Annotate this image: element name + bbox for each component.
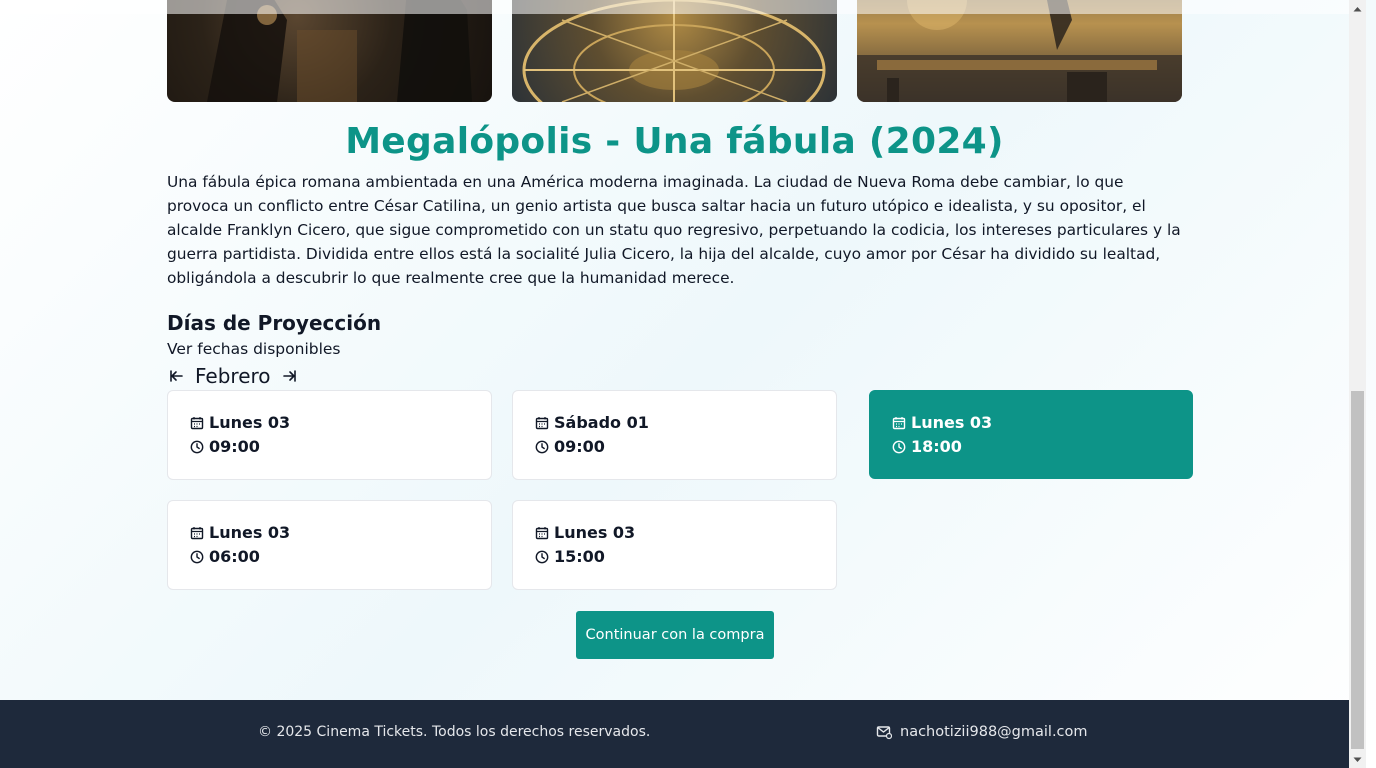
- showtime-day: Lunes 03: [911, 413, 993, 432]
- clock-icon: [190, 440, 204, 454]
- showtime-card[interactable]: Lunes 03 09:00: [167, 390, 492, 480]
- movie-gallery: [167, 0, 1182, 102]
- gallery-image[interactable]: [512, 0, 837, 102]
- top-navbar: [0, 0, 1349, 14]
- month-label: Febrero: [195, 364, 271, 388]
- calendar-icon: [190, 416, 204, 430]
- showtime-card[interactable]: Sábado 01 09:00: [512, 390, 837, 480]
- showtime-time: 09:00: [554, 437, 605, 456]
- arrow-left-icon[interactable]: [167, 366, 187, 386]
- gallery-image[interactable]: [857, 0, 1182, 102]
- page-scrollbar[interactable]: [1349, 0, 1366, 768]
- showtime-day: Lunes 03: [554, 523, 636, 542]
- schedule-subheading: Ver fechas disponibles: [167, 340, 341, 358]
- month-navigation: Febrero: [167, 363, 299, 389]
- showtime-time: 06:00: [209, 547, 260, 566]
- footer-email-link[interactable]: nachotizii988@gmail.com: [876, 724, 1088, 740]
- clock-icon: [535, 550, 549, 564]
- showtime-day: Lunes 03: [209, 523, 291, 542]
- showtime-card[interactable]: Lunes 03 15:00: [512, 500, 837, 590]
- showtime-time: 15:00: [554, 547, 605, 566]
- movie-synopsis: Una fábula épica romana ambientada en un…: [167, 173, 1181, 287]
- showtime-card-selected[interactable]: Lunes 03 18:00: [869, 390, 1193, 479]
- mail-icon: [876, 724, 892, 740]
- footer-email: nachotizii988@gmail.com: [900, 724, 1088, 740]
- calendar-icon: [535, 416, 549, 430]
- clock-icon: [190, 550, 204, 564]
- scroll-up-arrow-icon[interactable]: [1349, 0, 1366, 17]
- clock-icon: [535, 440, 549, 454]
- movie-title: Megalópolis - Una fábula (2024): [345, 121, 1004, 162]
- showtime-time: 09:00: [209, 437, 260, 456]
- continue-purchase-button[interactable]: Continuar con la compra: [576, 611, 774, 659]
- clock-icon: [892, 440, 906, 454]
- showtime-card[interactable]: Lunes 03 06:00: [167, 500, 492, 590]
- arrow-right-icon[interactable]: [279, 366, 299, 386]
- scrollbar-thumb[interactable]: [1351, 391, 1364, 749]
- showtime-day: Sábado 01: [554, 413, 649, 432]
- footer-copyright: © 2025 Cinema Tickets. Todos los derecho…: [258, 724, 651, 740]
- footer: © 2025 Cinema Tickets. Todos los derecho…: [0, 700, 1349, 768]
- calendar-icon: [535, 526, 549, 540]
- schedule-heading: Días de Proyección: [167, 311, 382, 335]
- showtime-time: 18:00: [911, 437, 962, 456]
- gallery-image[interactable]: [167, 0, 492, 102]
- calendar-icon: [190, 526, 204, 540]
- showtime-day: Lunes 03: [209, 413, 291, 432]
- page: Megalópolis - Una fábula (2024) Una fábu…: [0, 0, 1349, 768]
- calendar-icon: [892, 416, 906, 430]
- scroll-down-arrow-icon[interactable]: [1349, 751, 1366, 768]
